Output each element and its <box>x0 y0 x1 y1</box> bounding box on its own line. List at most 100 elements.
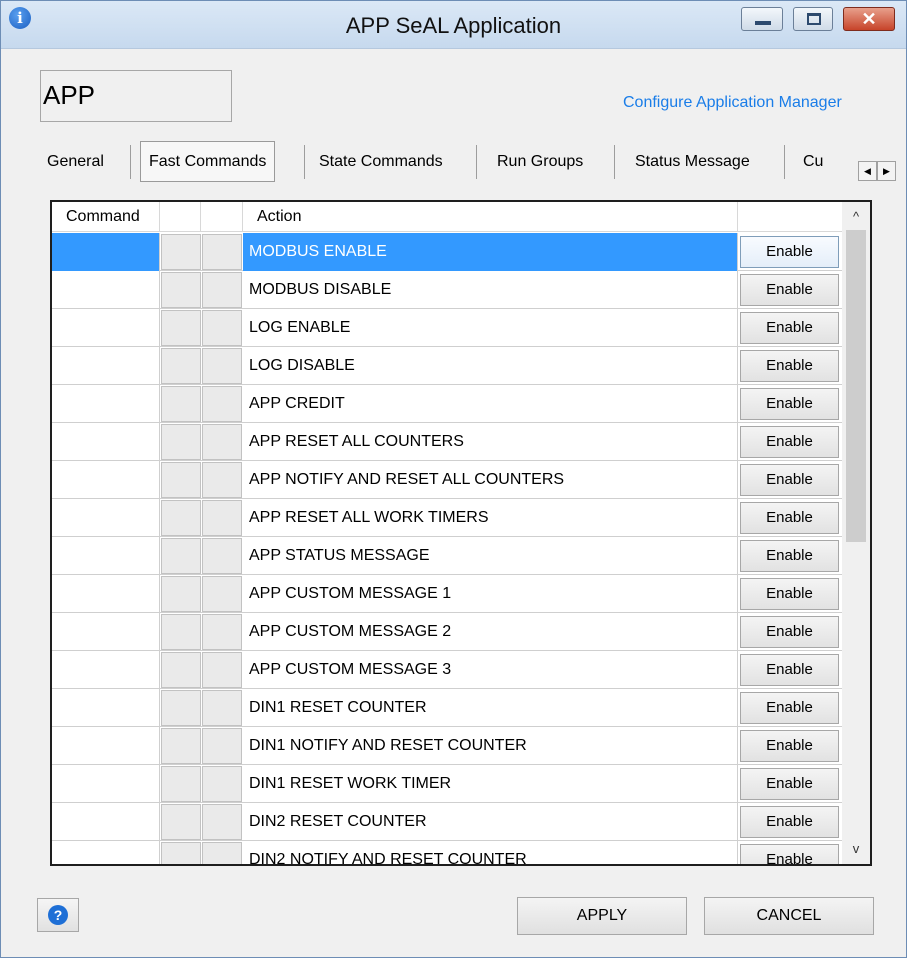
maximize-button[interactable] <box>793 7 833 31</box>
enable-button[interactable]: Enable <box>740 730 839 762</box>
grid-checkbox-cell[interactable] <box>161 576 201 612</box>
grid-checkbox-cell[interactable] <box>202 652 242 688</box>
grid-checkbox-cell[interactable] <box>161 272 201 308</box>
action-cell[interactable]: MODBUS ENABLE <box>243 233 738 271</box>
command-cell[interactable] <box>52 423 160 461</box>
grid-checkbox-cell[interactable] <box>161 234 201 270</box>
command-cell[interactable] <box>52 499 160 537</box>
grid-checkbox-cell[interactable] <box>161 348 201 384</box>
grid-checkbox-cell[interactable] <box>161 842 201 864</box>
table-row[interactable]: LOG ENABLE Enable <box>52 309 842 347</box>
enable-button[interactable]: Enable <box>740 388 839 420</box>
column-header-button[interactable] <box>738 202 842 232</box>
tab-status-message[interactable]: Status Message <box>627 144 758 182</box>
command-cell[interactable] <box>52 309 160 347</box>
command-cell[interactable] <box>52 689 160 727</box>
grid-checkbox-cell[interactable] <box>202 310 242 346</box>
column-header-command[interactable]: Command <box>52 202 160 232</box>
action-cell[interactable]: APP CUSTOM MESSAGE 3 <box>243 651 738 689</box>
command-cell[interactable] <box>52 651 160 689</box>
grid-checkbox-cell[interactable] <box>161 424 201 460</box>
enable-button[interactable]: Enable <box>740 236 839 268</box>
grid-checkbox-cell[interactable] <box>202 234 242 270</box>
table-row[interactable]: APP RESET ALL COUNTERS Enable <box>52 423 842 461</box>
column-header-blank[interactable] <box>201 202 243 232</box>
enable-button[interactable]: Enable <box>740 274 839 306</box>
enable-button[interactable]: Enable <box>740 616 839 648</box>
command-cell[interactable] <box>52 233 160 271</box>
table-row[interactable]: APP CUSTOM MESSAGE 1 Enable <box>52 575 842 613</box>
grid-checkbox-cell[interactable] <box>161 690 201 726</box>
scroll-up-icon[interactable]: ^ <box>842 206 870 228</box>
grid-checkbox-cell[interactable] <box>202 424 242 460</box>
command-cell[interactable] <box>52 765 160 803</box>
grid-vertical-scrollbar[interactable]: ^ v <box>842 202 870 864</box>
tab-general[interactable]: General <box>39 144 112 182</box>
enable-button[interactable]: Enable <box>740 844 839 864</box>
tab-state-commands[interactable]: State Commands <box>311 144 451 182</box>
action-cell[interactable]: DIN2 RESET COUNTER <box>243 803 738 841</box>
command-cell[interactable] <box>52 841 160 864</box>
grid-checkbox-cell[interactable] <box>202 386 242 422</box>
grid-checkbox-cell[interactable] <box>161 652 201 688</box>
enable-button[interactable]: Enable <box>740 464 839 496</box>
grid-checkbox-cell[interactable] <box>202 576 242 612</box>
table-row[interactable]: DIN2 NOTIFY AND RESET COUNTER Enable <box>52 841 842 864</box>
scrollbar-thumb[interactable] <box>846 230 866 542</box>
enable-button[interactable]: Enable <box>740 692 839 724</box>
column-header-action[interactable]: Action <box>243 202 738 232</box>
table-row[interactable]: MODBUS DISABLE Enable <box>52 271 842 309</box>
table-row[interactable]: APP CUSTOM MESSAGE 2 Enable <box>52 613 842 651</box>
grid-checkbox-cell[interactable] <box>202 348 242 384</box>
table-row[interactable]: LOG DISABLE Enable <box>52 347 842 385</box>
grid-checkbox-cell[interactable] <box>202 272 242 308</box>
action-cell[interactable]: APP NOTIFY AND RESET ALL COUNTERS <box>243 461 738 499</box>
grid-checkbox-cell[interactable] <box>161 538 201 574</box>
enable-button[interactable]: Enable <box>740 578 839 610</box>
tab-scroll-right-icon[interactable]: ▶ <box>877 161 896 181</box>
action-cell[interactable]: DIN1 RESET WORK TIMER <box>243 765 738 803</box>
enable-button[interactable]: Enable <box>740 768 839 800</box>
help-button[interactable]: ? <box>37 898 79 932</box>
action-cell[interactable]: APP RESET ALL WORK TIMERS <box>243 499 738 537</box>
table-row[interactable]: APP NOTIFY AND RESET ALL COUNTERS Enable <box>52 461 842 499</box>
action-cell[interactable]: DIN1 NOTIFY AND RESET COUNTER <box>243 727 738 765</box>
action-cell[interactable]: LOG ENABLE <box>243 309 738 347</box>
action-cell[interactable]: DIN2 NOTIFY AND RESET COUNTER <box>243 841 738 864</box>
tab-run-groups[interactable]: Run Groups <box>489 144 591 182</box>
column-header-blank[interactable] <box>160 202 201 232</box>
grid-checkbox-cell[interactable] <box>161 386 201 422</box>
command-cell[interactable] <box>52 461 160 499</box>
grid-checkbox-cell[interactable] <box>161 310 201 346</box>
grid-checkbox-cell[interactable] <box>161 462 201 498</box>
configure-application-manager-link[interactable]: Configure Application Manager <box>623 94 842 112</box>
tab-custom-truncated[interactable]: Cu <box>795 144 831 182</box>
command-cell[interactable] <box>52 727 160 765</box>
title-bar[interactable]: i APP SeAL Application ✕ <box>1 1 906 49</box>
action-cell[interactable]: APP STATUS MESSAGE <box>243 537 738 575</box>
grid-checkbox-cell[interactable] <box>202 500 242 536</box>
table-row[interactable]: DIN1 RESET COUNTER Enable <box>52 689 842 727</box>
command-cell[interactable] <box>52 613 160 651</box>
action-cell[interactable]: APP CUSTOM MESSAGE 1 <box>243 575 738 613</box>
table-row[interactable]: APP RESET ALL WORK TIMERS Enable <box>52 499 842 537</box>
grid-checkbox-cell[interactable] <box>202 462 242 498</box>
command-cell[interactable] <box>52 803 160 841</box>
grid-checkbox-cell[interactable] <box>161 728 201 764</box>
cancel-button[interactable]: CANCEL <box>704 897 874 935</box>
action-cell[interactable]: DIN1 RESET COUNTER <box>243 689 738 727</box>
enable-button[interactable]: Enable <box>740 426 839 458</box>
tab-scroll-left-icon[interactable]: ◀ <box>858 161 877 181</box>
close-button[interactable]: ✕ <box>843 7 895 31</box>
table-row[interactable]: DIN1 NOTIFY AND RESET COUNTER Enable <box>52 727 842 765</box>
grid-checkbox-cell[interactable] <box>202 842 242 864</box>
grid-checkbox-cell[interactable] <box>202 690 242 726</box>
action-cell[interactable]: LOG DISABLE <box>243 347 738 385</box>
command-cell[interactable] <box>52 537 160 575</box>
table-row[interactable]: APP CREDIT Enable <box>52 385 842 423</box>
enable-button[interactable]: Enable <box>740 350 839 382</box>
grid-checkbox-cell[interactable] <box>202 614 242 650</box>
minimize-button[interactable] <box>741 7 783 31</box>
table-row[interactable]: DIN2 RESET COUNTER Enable <box>52 803 842 841</box>
grid-checkbox-cell[interactable] <box>161 500 201 536</box>
